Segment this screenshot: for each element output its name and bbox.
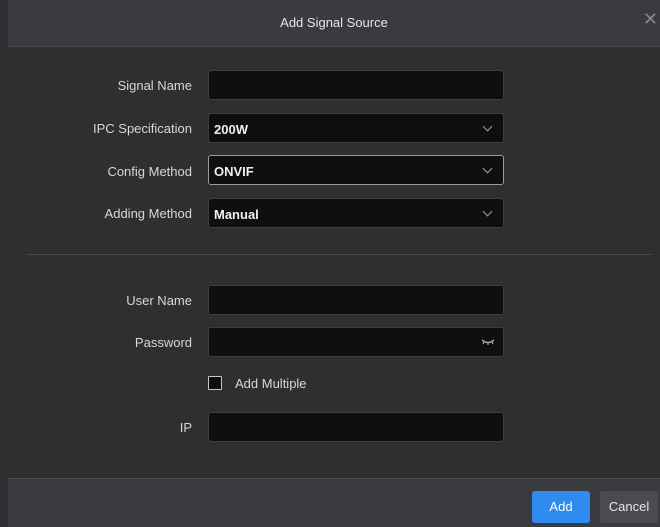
add-button[interactable]: Add <box>532 491 590 523</box>
signal-name-label: Signal Name <box>117 78 192 93</box>
ipc-specification-label: IPC Specification <box>93 121 192 136</box>
cancel-button[interactable]: Cancel <box>600 491 658 523</box>
dialog-header: Add Signal Source ✕ <box>8 0 660 47</box>
config-method-select[interactable]: ONVIF <box>208 155 504 185</box>
dialog-footer: Add Cancel <box>8 478 660 527</box>
adding-method-select[interactable]: Manual <box>208 198 504 228</box>
chevron-down-icon <box>482 163 493 174</box>
ip-input[interactable] <box>208 412 504 442</box>
user-name-input[interactable] <box>208 285 504 315</box>
signal-name-input[interactable] <box>208 70 504 100</box>
ip-label: IP <box>179 420 192 435</box>
section-divider <box>26 254 652 255</box>
adding-method-value: Manual <box>214 207 259 222</box>
password-input[interactable] <box>208 327 504 357</box>
chevron-down-icon <box>482 206 493 217</box>
ipc-specification-select[interactable]: 200W <box>208 113 504 143</box>
add-signal-source-dialog: Add Signal Source ✕ Signal Name IPC Spec… <box>8 0 660 527</box>
eye-closed-icon[interactable] <box>481 338 495 346</box>
user-name-label: User Name <box>126 293 192 308</box>
config-method-value: ONVIF <box>214 164 254 179</box>
close-icon[interactable]: ✕ <box>643 10 658 28</box>
chevron-down-icon <box>482 121 493 132</box>
ipc-specification-value: 200W <box>214 122 248 137</box>
add-multiple-checkbox[interactable] <box>208 376 222 390</box>
password-label: Password <box>134 335 192 350</box>
adding-method-label: Adding Method <box>104 206 192 221</box>
add-multiple-label[interactable]: Add Multiple <box>235 376 307 391</box>
config-method-label: Config Method <box>107 164 192 179</box>
dialog-title: Add Signal Source <box>280 15 388 30</box>
